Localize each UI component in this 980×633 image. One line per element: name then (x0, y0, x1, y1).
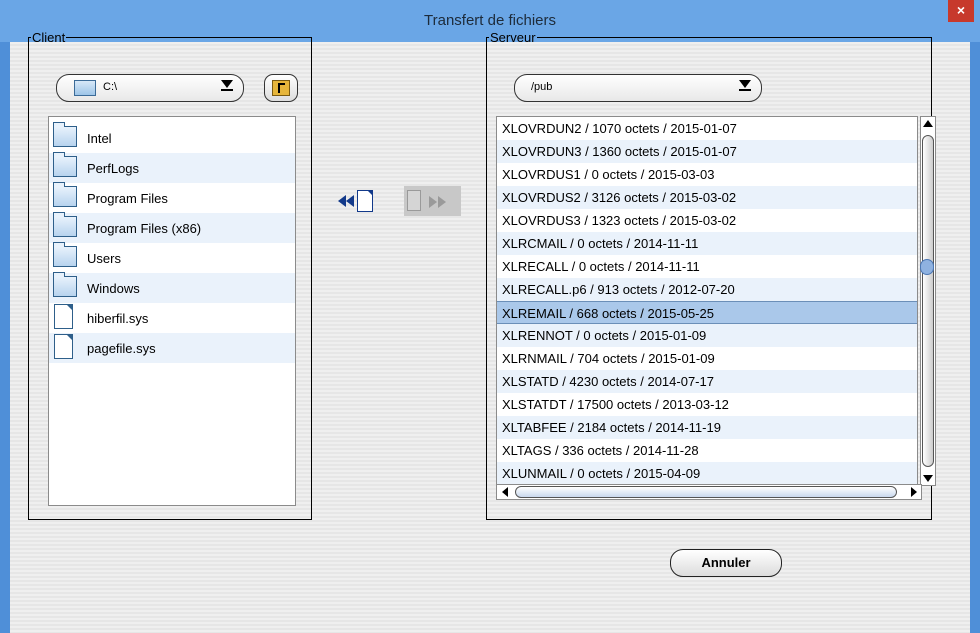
scrollbar-grip-icon[interactable] (920, 259, 934, 275)
list-item-label: hiberfil.sys (87, 311, 149, 326)
upload-button[interactable] (404, 186, 461, 216)
list-item-label: Windows (87, 281, 140, 296)
server-legend: Serveur (490, 30, 536, 45)
dropdown-bar-icon (221, 89, 233, 91)
folder-icon (53, 212, 77, 237)
client-file-list[interactable]: Intel PerfLogs Program Files Program Files … (48, 116, 296, 506)
table-row[interactable]: XLOVRDUN3 / 1360 octets / 2015-01-07 (497, 140, 917, 163)
list-item[interactable]: pagefile.sys (49, 333, 295, 363)
list-item-label: Program Files (87, 191, 168, 206)
arrow-left-icon (346, 195, 354, 207)
server-vertical-scrollbar[interactable] (920, 116, 936, 486)
server-horizontal-scrollbar[interactable] (496, 484, 922, 500)
folder-icon (53, 122, 77, 147)
table-row[interactable]: XLRENNOT / 0 octets / 2015-01-09 (497, 324, 917, 347)
file-icon (54, 304, 73, 329)
list-item-label: PerfLogs (87, 161, 140, 176)
table-row[interactable]: XLRECALL / 0 octets / 2014-11-11 (497, 255, 917, 278)
dropdown-bar-icon (739, 89, 751, 91)
file-transfer-window: Transfert de fichiers × Client Serveur C… (0, 0, 980, 633)
list-item-label: Intel (87, 131, 112, 146)
document-icon (357, 190, 373, 212)
list-item[interactable]: Intel (49, 122, 295, 153)
list-item[interactable]: Program Files (x86) (49, 212, 295, 243)
scrollbar-thumb[interactable] (515, 486, 897, 498)
client-path-value: C:\ (103, 81, 118, 93)
cancel-button[interactable]: Annuler (670, 549, 782, 577)
scroll-right-icon[interactable] (911, 487, 917, 497)
document-icon (407, 190, 421, 211)
scrollbar-thumb[interactable] (922, 135, 934, 467)
table-row[interactable]: XLOVRDUN2 / 1070 octets / 2015-01-07 (497, 117, 917, 140)
server-path-combo[interactable]: /pub (514, 74, 762, 102)
list-item[interactable]: hiberfil.sys (49, 303, 295, 333)
window-title: Transfert de fichiers (424, 12, 556, 29)
file-icon (54, 334, 73, 359)
table-row[interactable]: XLREMAIL / 668 octets / 2015-05-25 (497, 301, 917, 324)
table-row[interactable]: XLUNMAIL / 0 octets / 2015-04-09 (497, 462, 917, 485)
table-row[interactable]: XLSTATDT / 17500 octets / 2013-03-12 (497, 393, 917, 416)
scroll-down-icon[interactable] (923, 475, 933, 482)
close-button[interactable]: × (948, 0, 974, 22)
table-row[interactable]: XLRNMAIL / 704 octets / 2015-01-09 (497, 347, 917, 370)
folder-icon (53, 182, 77, 207)
list-item-label: Program Files (x86) (87, 221, 202, 236)
list-item[interactable]: PerfLogs (49, 152, 295, 183)
table-row[interactable]: XLSTATD / 4230 octets / 2014-07-17 (497, 370, 917, 393)
folder-icon (53, 272, 77, 297)
list-item-label: pagefile.sys (87, 341, 156, 356)
folder-icon (74, 80, 96, 96)
server-file-list[interactable]: XLOVRDUN2 / 1070 octets / 2015-01-07 XLOV… (496, 116, 918, 486)
arrow-left-icon (338, 195, 346, 207)
folder-up-icon (272, 80, 290, 96)
table-row[interactable]: XLTABFEE / 2184 octets / 2014-11-19 (497, 416, 917, 439)
list-item-label: Users (87, 251, 121, 266)
arrow-right-icon (429, 196, 437, 208)
list-item[interactable]: Windows (49, 272, 295, 303)
client-path-combo[interactable]: C:\ (56, 74, 244, 102)
scroll-left-icon[interactable] (502, 487, 508, 497)
table-row[interactable]: XLTAGS / 336 octets / 2014-11-28 (497, 439, 917, 462)
table-row[interactable]: XLOVRDUS1 / 0 octets / 2015-03-03 (497, 163, 917, 186)
chevron-down-icon (739, 80, 751, 88)
download-button[interactable] (338, 190, 374, 212)
table-row[interactable]: XLOVRDUS2 / 3126 octets / 2015-03-02 (497, 186, 917, 209)
parent-folder-button[interactable] (264, 74, 298, 102)
table-row[interactable]: XLOVRDUS3 / 1323 octets / 2015-03-02 (497, 209, 917, 232)
scroll-up-icon[interactable] (923, 120, 933, 127)
arrow-right-icon (438, 196, 446, 208)
server-path-value: /pub (531, 81, 553, 93)
folder-icon (53, 242, 77, 267)
client-legend: Client (32, 30, 66, 45)
folder-icon (53, 152, 77, 177)
list-item[interactable]: Program Files (49, 182, 295, 213)
list-item[interactable]: Users (49, 242, 295, 273)
table-row[interactable]: XLRCMAIL / 0 octets / 2014-11-11 (497, 232, 917, 255)
chevron-down-icon (221, 80, 233, 88)
table-row[interactable]: XLRECALL.p6 / 913 octets / 2012-07-20 (497, 278, 917, 301)
